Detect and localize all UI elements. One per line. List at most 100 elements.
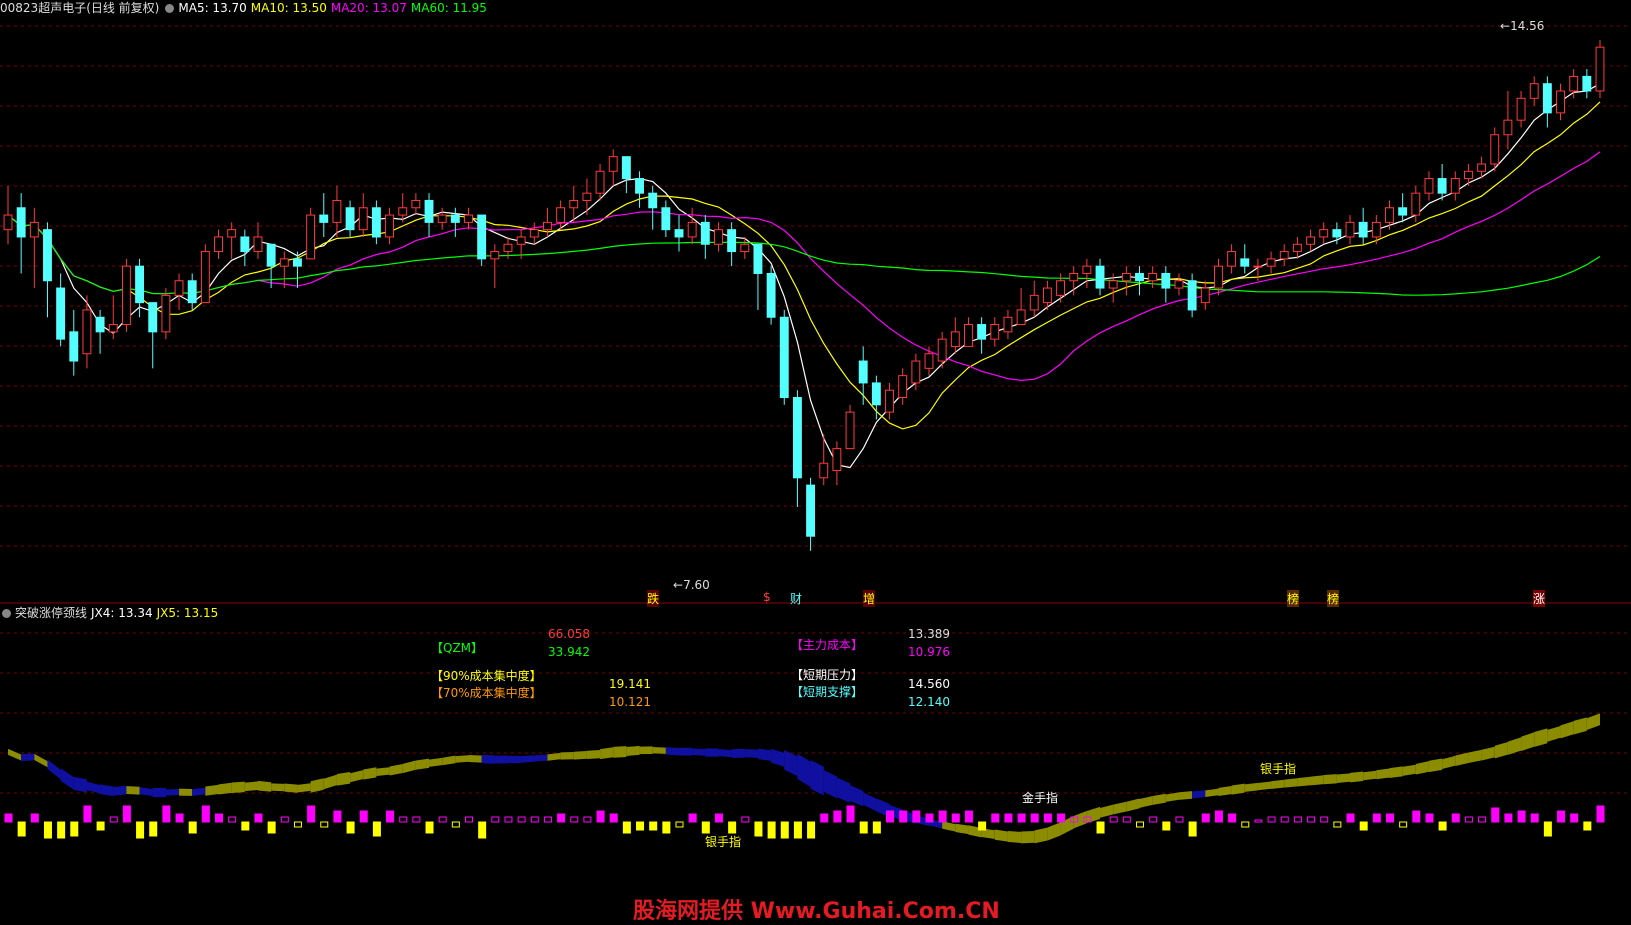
candle-body-61: [806, 484, 816, 537]
candle-body-99: [1306, 236, 1315, 245]
candle-body-92: [1213, 265, 1223, 289]
band-seg-106: [1402, 764, 1416, 776]
candle-body-117: [1542, 83, 1552, 114]
candle-body-87: [1148, 272, 1158, 282]
band-seg-19: [257, 780, 272, 792]
band-seg-29: [389, 763, 403, 776]
ind-bar-103: [1359, 821, 1368, 831]
candle-body-11: [148, 302, 158, 333]
ind-bar-59: [780, 821, 789, 839]
moving-averages: [7, 83, 1601, 469]
ind-bar-93: [1228, 813, 1237, 823]
ind-bar-9: [122, 805, 131, 823]
pressure-label: 【短期压力】: [791, 668, 864, 682]
band-seg-99: [1310, 775, 1324, 786]
low-mark: ←7.60: [673, 578, 710, 592]
ind-bar-99: [1307, 816, 1316, 823]
candle-body-80: [1056, 280, 1066, 296]
band-seg-57: [757, 748, 772, 761]
candle-body-55: [727, 229, 737, 253]
band-seg-1: [21, 753, 35, 762]
candle-body-56: [740, 243, 750, 253]
ind-bar-116: [1530, 813, 1539, 823]
ind-bar-8: [109, 816, 118, 823]
band-seg-18: [244, 781, 258, 792]
signal-6: 涨: [1533, 590, 1546, 607]
band-seg-26: [350, 770, 364, 783]
ind-bar-94: [1241, 821, 1250, 828]
band-seg-17: [231, 781, 245, 794]
ma5-line: [7, 83, 1601, 469]
band-seg-120: [1586, 713, 1600, 731]
ind-bar-7: [96, 821, 105, 831]
band-seg-64: [850, 785, 864, 807]
indicator-icon[interactable]: [2, 609, 11, 618]
band-seg-77: [1021, 830, 1035, 844]
candle-body-89: [1174, 280, 1184, 289]
band-seg-45: [600, 747, 614, 760]
band-seg-53: [705, 748, 719, 757]
band-seg-30: [402, 760, 416, 774]
candle-body-112: [1477, 163, 1487, 172]
ind-bar-47: [622, 821, 631, 834]
band-seg-35: [468, 754, 482, 763]
candle-body-74: [977, 324, 987, 340]
candle-body-113: [1490, 134, 1500, 165]
ind-bar-1: [17, 821, 26, 837]
high-mark: ←14.56: [1500, 19, 1545, 33]
ma10-line: [7, 101, 1601, 430]
band-seg-51: [679, 747, 693, 756]
candle-body-121: [1595, 46, 1605, 92]
candle-body-18: [240, 236, 250, 253]
candle-body-30: [398, 207, 408, 216]
ind-bar-45: [596, 810, 605, 823]
ind-bar-58: [767, 821, 776, 839]
candle-body-46: [608, 156, 618, 172]
candle-body-7: [95, 316, 105, 333]
candle-body-36: [477, 214, 487, 260]
silver-finger-1: 银手指: [705, 835, 742, 849]
band-seg-20: [271, 783, 285, 792]
ind-bar-69: [912, 810, 921, 823]
indicator-title[interactable]: 突破涨停颈线: [15, 606, 87, 620]
candle-body-38: [503, 243, 513, 253]
ind-bar-51: [675, 821, 684, 828]
candle-body-52: [687, 221, 697, 238]
candle-body-5: [69, 331, 79, 362]
ind-bar-60: [793, 821, 802, 839]
band-seg-9: [126, 786, 140, 795]
band-seg-88: [1165, 792, 1179, 802]
candle-body-27: [358, 207, 368, 231]
ind-bar-25: [333, 810, 342, 823]
candle-body-95: [1253, 265, 1263, 268]
band-seg-5: [73, 776, 87, 793]
ind-bar-117: [1543, 821, 1552, 837]
band-seg-104: [1376, 768, 1390, 780]
candle-body-91: [1200, 287, 1210, 304]
band-seg-60: [797, 753, 811, 788]
band-seg-86: [1139, 796, 1153, 808]
top-right-value: 13.389: [908, 627, 950, 641]
ind-bar-6: [83, 805, 92, 823]
ind-bar-105: [1385, 813, 1394, 823]
candle-body-21: [279, 258, 289, 267]
ind-bar-41: [543, 816, 552, 823]
candle-body-105: [1385, 207, 1394, 223]
ind-bar-21: [280, 816, 289, 823]
band-seg-89: [1178, 791, 1193, 800]
ind-bar-120: [1583, 821, 1592, 831]
candle-body-81: [1069, 272, 1079, 282]
candle-body-13: [174, 280, 184, 296]
band-seg-3: [47, 759, 61, 780]
candle-body-63: [832, 448, 842, 472]
candle-body-12: [161, 294, 171, 333]
stock-title[interactable]: 超声电子(日线 前复权): [38, 1, 159, 15]
band-seg-111: [1468, 749, 1482, 764]
ind-bar-107: [1412, 810, 1421, 823]
band-seg-63: [836, 777, 851, 803]
band-seg-55: [731, 748, 745, 758]
ind-bar-108: [1425, 813, 1434, 823]
dropdown-icon[interactable]: [165, 4, 175, 13]
ind-bar-100: [1320, 816, 1329, 823]
band-seg-78: [1034, 827, 1048, 844]
